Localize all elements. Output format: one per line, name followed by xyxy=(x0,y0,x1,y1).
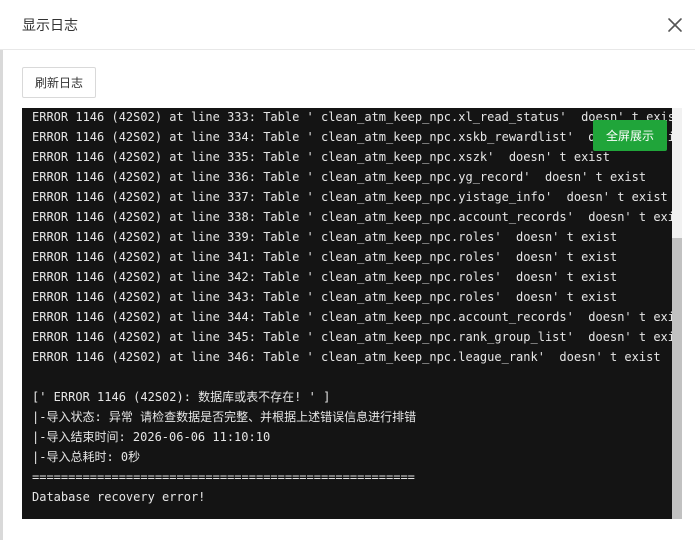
log-line: [' ERROR 1146 (42S02): 数据库或表不存在! ' ] xyxy=(32,390,331,404)
log-line: ERROR 1146 (42S02) at line 333: Table ' … xyxy=(32,110,672,124)
close-icon[interactable] xyxy=(666,16,684,34)
log-line: ERROR 1146 (42S02) at line 342: Table ' … xyxy=(32,270,618,284)
log-line: ERROR 1146 (42S02) at line 337: Table ' … xyxy=(32,190,668,204)
log-line: ERROR 1146 (42S02) at line 339: Table ' … xyxy=(32,230,618,244)
log-line: ========================================… xyxy=(32,470,415,484)
log-line: ERROR 1146 (42S02) at line 346: Table ' … xyxy=(32,350,661,364)
log-line: |-导入状态: 异常 请检查数据是否完整、并根据上述错误信息进行排错 xyxy=(32,410,417,424)
log-line: |-导入结束时间: 2026-06-06 11:10:10 xyxy=(32,430,271,444)
dialog-title: 显示日志 xyxy=(22,18,78,34)
log-line: ERROR 1146 (42S02) at line 341: Table ' … xyxy=(32,250,618,264)
log-dialog: 显示日志 刷新日志 ERROR 1146 (42S02) at line 333… xyxy=(0,0,695,540)
log-line: ERROR 1146 (42S02) at line 344: Table ' … xyxy=(32,310,672,324)
dialog-header: 显示日志 xyxy=(0,0,695,50)
log-line: |-导入总耗时: 0秒 xyxy=(32,450,141,464)
log-line: ERROR 1146 (42S02) at line 334: Table ' … xyxy=(32,130,672,144)
log-console[interactable]: ERROR 1146 (42S02) at line 333: Table ' … xyxy=(22,108,672,519)
log-line: ERROR 1146 (42S02) at line 335: Table ' … xyxy=(32,150,610,164)
fullscreen-button[interactable]: 全屏展示 xyxy=(593,120,667,151)
log-output: ERROR 1146 (42S02) at line 333: Table ' … xyxy=(32,108,672,507)
log-line: ERROR 1146 (42S02) at line 336: Table ' … xyxy=(32,170,647,184)
log-line: ERROR 1146 (42S02) at line 345: Table ' … xyxy=(32,330,672,344)
log-line: ERROR 1146 (42S02) at line 343: Table ' … xyxy=(32,290,618,304)
log-line: ERROR 1146 (42S02) at line 338: Table ' … xyxy=(32,210,672,224)
scrollbar-thumb[interactable] xyxy=(672,238,682,519)
refresh-log-button[interactable]: 刷新日志 xyxy=(22,67,96,98)
log-line: Database recovery error! xyxy=(32,490,206,504)
backdrop-edge xyxy=(0,0,3,540)
